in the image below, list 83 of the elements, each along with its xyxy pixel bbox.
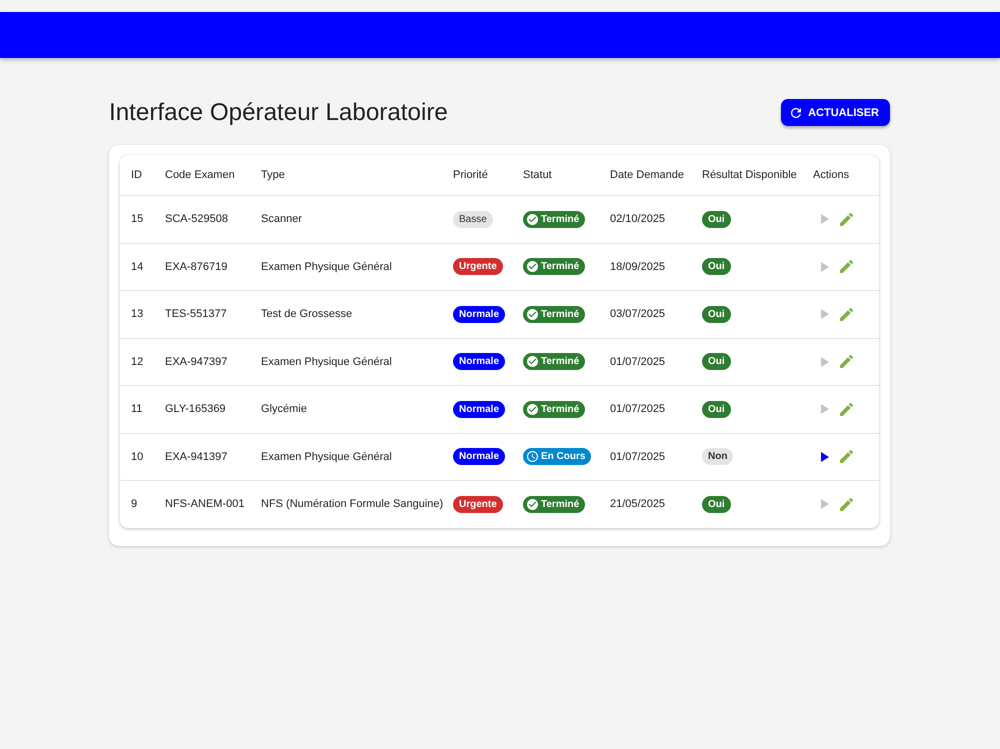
page-title: Interface Opérateur Laboratoire: [109, 98, 448, 126]
pencil-icon: [840, 355, 853, 368]
table-cell: EXA-947397: [154, 338, 250, 386]
result-badge: Oui: [702, 400, 731, 418]
priority-badge: Normale: [453, 448, 506, 466]
edit-button[interactable]: [840, 308, 853, 321]
edit-button[interactable]: [840, 355, 853, 368]
table-cell: NFS-ANEM-001: [154, 480, 250, 528]
table-cell: 15: [120, 196, 154, 243]
priority-badge: Normale: [453, 400, 506, 418]
result-badge: Oui: [702, 210, 731, 228]
table-cell: 02/10/2025: [599, 196, 691, 243]
play-icon: [821, 356, 829, 367]
table-cell: Examen Physique Général: [250, 338, 442, 386]
status-label: Terminé: [541, 498, 580, 510]
column-header: Résultat Disponible: [691, 155, 802, 196]
table-cell: Scanner: [250, 196, 442, 243]
table-cell: EXA-876719: [154, 243, 250, 290]
pencil-icon: [840, 498, 853, 511]
priority-badge: Urgente: [453, 496, 503, 513]
table-cell: Test de Grossesse: [250, 290, 442, 338]
priority-badge: Normale: [453, 353, 506, 370]
play-icon: [821, 309, 829, 320]
play-icon: [821, 262, 829, 272]
priority-badge: Basse: [453, 210, 493, 228]
play-icon: [821, 214, 829, 224]
edit-button[interactable]: [840, 402, 853, 416]
table-cell: 01/07/2025: [599, 386, 691, 433]
table-cell: Examen Physique Général: [250, 243, 442, 290]
result-badge: Oui: [702, 496, 731, 513]
edit-button[interactable]: [840, 260, 853, 274]
table-cell: GLY-165369: [154, 386, 250, 433]
table-cell: 01/07/2025: [599, 338, 691, 386]
table-cell: 9: [120, 480, 154, 528]
status-label: Terminé: [541, 261, 580, 272]
column-header: ID: [120, 155, 154, 196]
result-badge: Oui: [702, 258, 731, 276]
table-cell: SCA-529508: [154, 196, 250, 243]
result-badge: Oui: [702, 306, 731, 323]
refresh-button[interactable]: ACTUALISER: [781, 99, 890, 126]
table-cell: TES-551377: [154, 290, 250, 338]
clock-icon: [527, 451, 538, 462]
pencil-icon: [840, 450, 853, 464]
table-cell: 14: [120, 243, 154, 290]
result-badge: Non: [702, 448, 734, 466]
column-header: Date Demande: [599, 155, 691, 196]
column-header: Code Examen: [154, 155, 250, 196]
table-cell: 03/07/2025: [599, 290, 691, 338]
table-cell: Examen Physique Général: [250, 433, 442, 480]
refresh-icon: [791, 108, 802, 118]
column-header: Priorité: [442, 155, 512, 196]
table-cell: Glycémie: [250, 386, 442, 433]
table-cell: 01/07/2025: [599, 433, 691, 480]
column-header: Statut: [512, 155, 599, 196]
column-header: Type: [250, 155, 442, 196]
status-label: Terminé: [541, 356, 580, 368]
edit-button[interactable]: [840, 212, 853, 226]
priority-badge: Urgente: [453, 258, 503, 276]
edit-button[interactable]: [840, 498, 853, 511]
table-cell: 18/09/2025: [599, 243, 691, 290]
status-label: Terminé: [541, 214, 580, 225]
table-cell: NFS (Numération Formule Sanguine): [250, 480, 442, 528]
table-cell: EXA-941397: [154, 433, 250, 480]
play-icon: [821, 499, 829, 510]
pencil-icon: [840, 308, 853, 321]
table-cell: 13: [120, 290, 154, 338]
pencil-icon: [840, 212, 853, 226]
table-cell: 11: [120, 386, 154, 433]
pencil-icon: [840, 260, 853, 274]
status-label: Terminé: [541, 404, 580, 415]
start-button[interactable]: [821, 452, 829, 462]
table-cell: 12: [120, 338, 154, 386]
table-cell: 21/05/2025: [599, 480, 691, 528]
status-label: Terminé: [541, 308, 580, 320]
column-header: Actions: [802, 155, 879, 196]
status-label: En Cours: [541, 451, 586, 462]
pencil-icon: [840, 402, 853, 416]
play-icon: [821, 452, 829, 462]
result-badge: Oui: [702, 353, 731, 370]
table-cell: 10: [120, 433, 154, 480]
priority-badge: Normale: [453, 306, 506, 323]
play-icon: [821, 404, 829, 414]
edit-button[interactable]: [840, 450, 853, 464]
